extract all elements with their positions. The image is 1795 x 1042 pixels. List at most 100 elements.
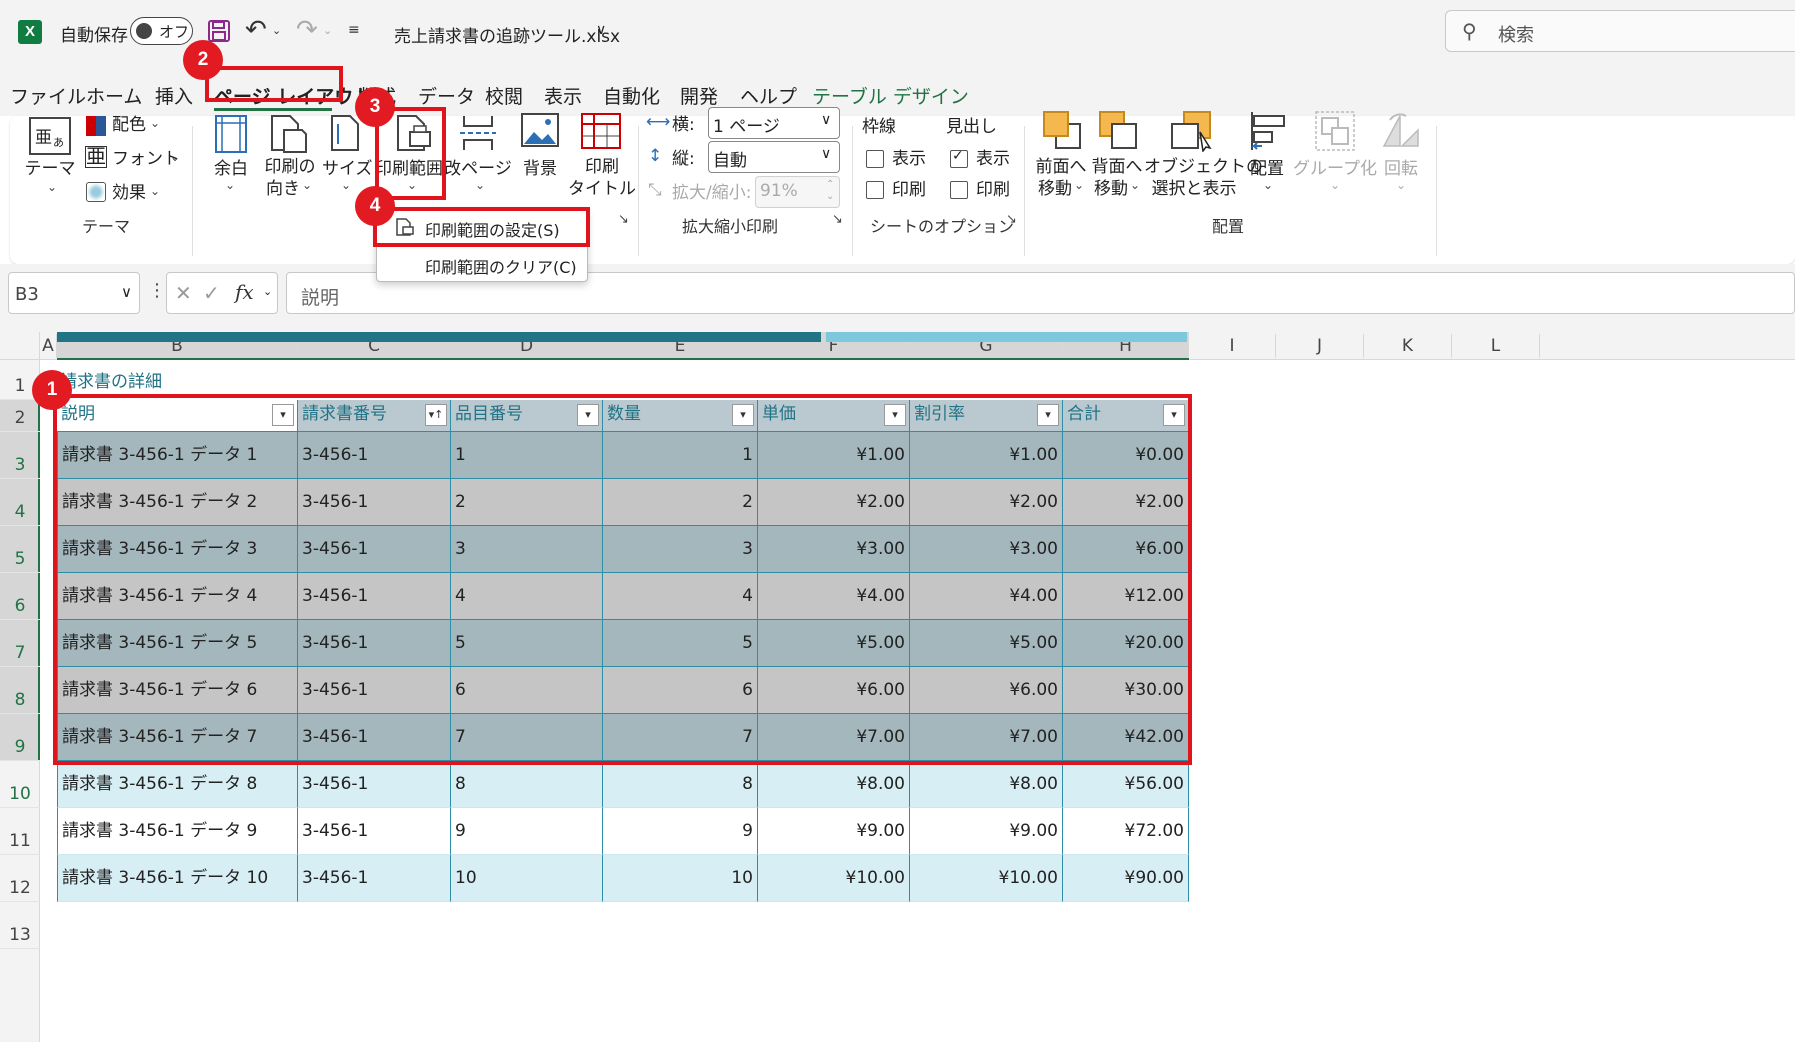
row-header-2[interactable]: 2 xyxy=(0,400,40,432)
table-cell[interactable]: 3-456-1 xyxy=(298,855,451,902)
themes-label[interactable]: テーマ xyxy=(24,158,76,180)
undo-icon[interactable]: ↶ xyxy=(245,15,267,45)
send-backward-icon[interactable] xyxy=(1098,110,1140,152)
headings-print-label[interactable]: 印刷 xyxy=(976,179,1010,201)
customize-qat-icon[interactable]: ≡ xyxy=(348,22,360,38)
gridlines-view-checkbox[interactable] xyxy=(866,150,884,168)
selection-pane-label-1[interactable]: オブジェクトの xyxy=(1144,156,1263,178)
orientation-label-1[interactable]: 印刷の xyxy=(262,156,318,178)
headings-view-label[interactable]: 表示 xyxy=(976,148,1010,170)
breaks-chevron-icon[interactable]: ⌄ xyxy=(475,178,485,192)
themes-chevron-icon[interactable]: ⌄ xyxy=(47,180,57,194)
fonts-icon[interactable]: 亜 xyxy=(85,146,107,168)
column-header-l[interactable]: L xyxy=(1452,334,1540,358)
row-header-11[interactable]: 11 xyxy=(0,808,40,855)
row-header-12[interactable]: 12 xyxy=(0,855,40,902)
table-cell[interactable]: ¥8.00 xyxy=(758,761,910,808)
gridlines-print-checkbox[interactable] xyxy=(866,181,884,199)
tab-developer[interactable]: 開発 xyxy=(680,82,718,109)
table-cell[interactable]: ¥56.00 xyxy=(1063,761,1189,808)
send-backward-label-1[interactable]: 背面へ xyxy=(1090,156,1144,178)
table-cell[interactable]: 3-456-1 xyxy=(298,808,451,855)
colors-chevron-icon[interactable]: ⌄ xyxy=(150,116,160,130)
file-name[interactable]: 売上請求書の追跡ツール.xlsx xyxy=(394,22,620,47)
tab-file[interactable]: ファイル xyxy=(10,82,86,109)
selection-pane-label-2[interactable]: 選択と表示 xyxy=(1144,178,1244,200)
background-label[interactable]: 背景 xyxy=(514,158,566,180)
effects-chevron-icon[interactable]: ⌄ xyxy=(150,184,160,198)
table-cell[interactable]: ¥90.00 xyxy=(1063,855,1189,902)
tab-table-design[interactable]: テーブル デザイン xyxy=(812,82,969,109)
width-select[interactable]: 1 ページ ∨ xyxy=(708,107,840,139)
redo-dropdown-icon[interactable]: ⌄ xyxy=(323,24,332,37)
name-box[interactable]: B3 ∨ xyxy=(8,272,140,314)
background-icon[interactable] xyxy=(520,112,560,152)
size-label[interactable]: サイズ xyxy=(322,158,373,180)
effects-label[interactable]: 効果 xyxy=(112,182,146,204)
row-header-9[interactable]: 9 xyxy=(0,714,40,761)
cancel-icon[interactable]: ✕ xyxy=(175,281,192,305)
selection-pane-icon[interactable] xyxy=(1170,110,1218,152)
save-icon[interactable] xyxy=(207,19,231,43)
orientation-chevron-icon[interactable]: ⌄ xyxy=(302,178,312,192)
table-cell[interactable]: ¥10.00 xyxy=(910,855,1063,902)
more-options-icon[interactable]: ⋮ xyxy=(148,280,166,301)
clear-print-area-item[interactable]: 印刷範囲のクリア(C) xyxy=(377,246,587,282)
enter-icon[interactable]: ✓ xyxy=(203,281,220,305)
insert-function-icon[interactable]: fx xyxy=(235,280,254,304)
tab-help[interactable]: ヘルプ xyxy=(740,82,797,109)
tab-view[interactable]: 表示 xyxy=(544,82,582,109)
table-cell[interactable]: 10 xyxy=(603,855,758,902)
table-cell[interactable]: 9 xyxy=(451,808,603,855)
autosave-toggle[interactable]: オフ xyxy=(130,17,193,45)
tab-review[interactable]: 校閲 xyxy=(485,82,523,109)
bring-forward-icon[interactable] xyxy=(1042,110,1084,152)
headings-view-checkbox[interactable]: ✓ xyxy=(950,148,968,168)
search-box[interactable]: ⚲ 検索 xyxy=(1445,10,1795,52)
bring-forward-label-1[interactable]: 前面へ xyxy=(1034,156,1088,178)
bring-forward-chevron-icon[interactable]: ⌄ xyxy=(1074,178,1084,192)
tab-insert[interactable]: 挿入 xyxy=(155,82,193,109)
tab-home[interactable]: ホーム xyxy=(86,82,142,109)
size-chevron-icon[interactable]: ⌄ xyxy=(341,178,351,192)
undo-dropdown-icon[interactable]: ⌄ xyxy=(272,24,281,37)
table-cell[interactable]: ¥8.00 xyxy=(910,761,1063,808)
colors-icon[interactable] xyxy=(86,116,106,136)
redo-icon[interactable]: ↷ xyxy=(296,15,318,45)
table-cell[interactable]: 8 xyxy=(451,761,603,808)
section-title[interactable]: 請求書の詳細 xyxy=(60,367,162,392)
themes-icon[interactable]: 亜あ xyxy=(28,116,74,156)
send-backward-chevron-icon[interactable]: ⌄ xyxy=(1130,178,1140,192)
row-header-5[interactable]: 5 xyxy=(0,526,40,573)
tab-automate[interactable]: 自動化 xyxy=(603,82,660,109)
column-header-a[interactable]: A xyxy=(40,334,57,358)
headings-print-checkbox[interactable] xyxy=(950,181,968,199)
table-cell[interactable]: ¥9.00 xyxy=(910,808,1063,855)
row-header-8[interactable]: 8 xyxy=(0,667,40,714)
tab-data[interactable]: データ xyxy=(418,82,475,109)
table-cell[interactable]: 請求書 3-456-1 データ 10 xyxy=(57,855,298,902)
table-cell[interactable]: 請求書 3-456-1 データ 9 xyxy=(57,808,298,855)
gridlines-print-label[interactable]: 印刷 xyxy=(892,179,926,201)
orientation-icon[interactable] xyxy=(268,112,308,154)
column-header-j[interactable]: J xyxy=(1276,334,1364,358)
page-setup-dialog-launcher-icon[interactable]: ↘ xyxy=(618,212,629,227)
table-cell[interactable]: 8 xyxy=(603,761,758,808)
row-header-7[interactable]: 7 xyxy=(0,620,40,667)
align-icon[interactable] xyxy=(1248,110,1288,152)
table-cell[interactable]: ¥10.00 xyxy=(758,855,910,902)
filename-chevron-icon[interactable]: ∨ xyxy=(596,22,606,38)
select-all-corner[interactable] xyxy=(0,332,40,360)
gridlines-view-label[interactable]: 表示 xyxy=(892,148,926,170)
effects-icon[interactable] xyxy=(86,182,106,202)
margins-label[interactable]: 余白 xyxy=(208,158,254,180)
margins-icon[interactable] xyxy=(214,114,250,154)
row-header-3[interactable]: 3 xyxy=(0,432,40,479)
row-header-6[interactable]: 6 xyxy=(0,573,40,620)
sheet-options-dialog-launcher-icon[interactable]: ↘ xyxy=(1006,212,1017,227)
table-cell[interactable]: 3-456-1 xyxy=(298,761,451,808)
column-header-k[interactable]: K xyxy=(1364,334,1452,358)
fonts-chevron-icon[interactable]: ⌄ xyxy=(170,150,180,164)
send-backward-label-2[interactable]: 移動 xyxy=(1094,178,1128,200)
bring-forward-label-2[interactable]: 移動 xyxy=(1038,178,1072,200)
